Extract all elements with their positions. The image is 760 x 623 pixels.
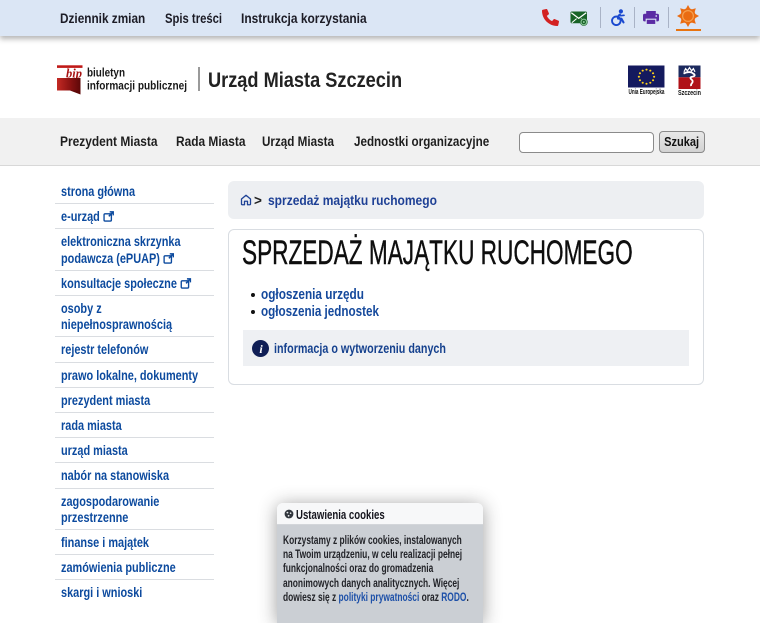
svg-text:Unia Europejska: Unia Europejska [629, 87, 665, 95]
svg-text:informacji publicznej: informacji publicznej [87, 81, 187, 93]
svg-text:biuletyn: biuletyn [87, 68, 125, 80]
svg-text:Szczecin: Szczecin [678, 90, 701, 96]
